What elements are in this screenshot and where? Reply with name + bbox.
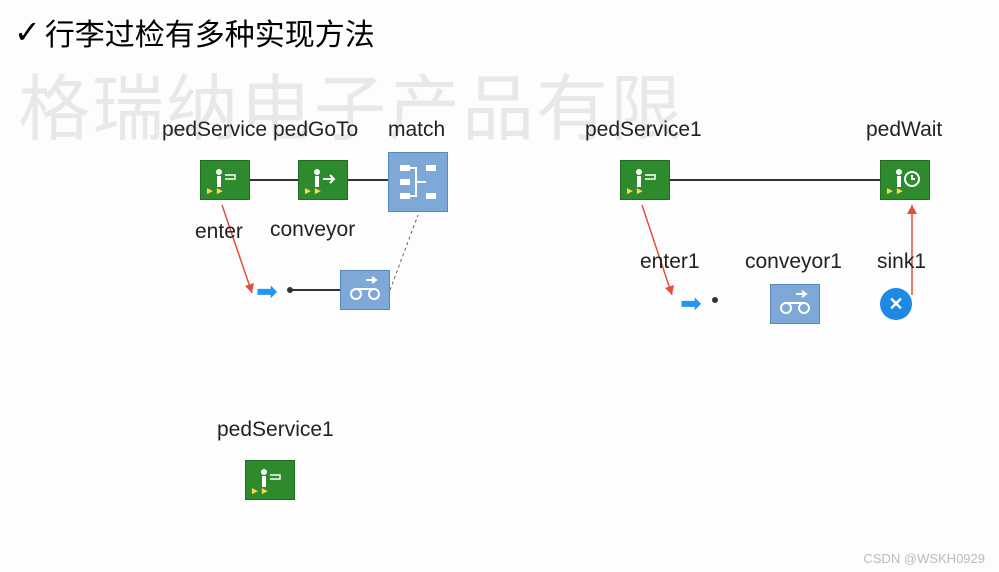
- conveyor-icon: [778, 290, 812, 319]
- pedgoto-block[interactable]: ►►: [298, 160, 348, 200]
- conveyor1-block[interactable]: [770, 284, 820, 324]
- label-enter: enter: [195, 220, 243, 244]
- label-pedservice1: pedService1: [585, 118, 702, 142]
- pedservice-block[interactable]: ►►: [200, 160, 250, 200]
- title-row: ✓ 行李过检有多种实现方法: [14, 10, 375, 54]
- enter1-arrow-icon[interactable]: ➡: [680, 288, 702, 319]
- port-indicator-icon: ►►: [205, 186, 225, 197]
- port-indicator-icon: ►►: [303, 186, 323, 197]
- pedservice1-block[interactable]: ►►: [620, 160, 670, 200]
- conveyor-icon: [348, 276, 382, 305]
- enter-arrow-icon[interactable]: ➡: [256, 276, 278, 307]
- label-conveyor1: conveyor1: [745, 250, 842, 274]
- label-conveyor: conveyor: [270, 218, 355, 242]
- sink-cross-icon: ✕: [888, 294, 903, 315]
- pedwait-block[interactable]: ►►: [880, 160, 930, 200]
- diagram-canvas: pedService pedGoTo match ►► ►► enter con…: [0, 0, 999, 572]
- label-pedservice: pedService: [162, 118, 267, 142]
- match-block[interactable]: [388, 152, 448, 212]
- port-indicator-icon: ►►: [885, 186, 905, 197]
- match-icon: [396, 159, 440, 206]
- label-enter1: enter1: [640, 250, 700, 274]
- check-icon: ✓: [14, 13, 41, 51]
- label-sink1: sink1: [877, 250, 926, 274]
- label-pedwait: pedWait: [866, 118, 942, 142]
- sink1-block[interactable]: ✕: [880, 288, 912, 320]
- port-indicator-icon: ►►: [625, 186, 645, 197]
- page-title: 行李过检有多种实现方法: [45, 10, 375, 54]
- label-pedservice1-c: pedService1: [217, 418, 334, 442]
- label-pedgoto: pedGoTo: [273, 118, 358, 142]
- label-match: match: [388, 118, 445, 142]
- port-indicator-icon: ►►: [250, 486, 270, 497]
- connector-lines: [0, 0, 999, 572]
- pedservice1-c-block[interactable]: ►►: [245, 460, 295, 500]
- conveyor-block[interactable]: [340, 270, 390, 310]
